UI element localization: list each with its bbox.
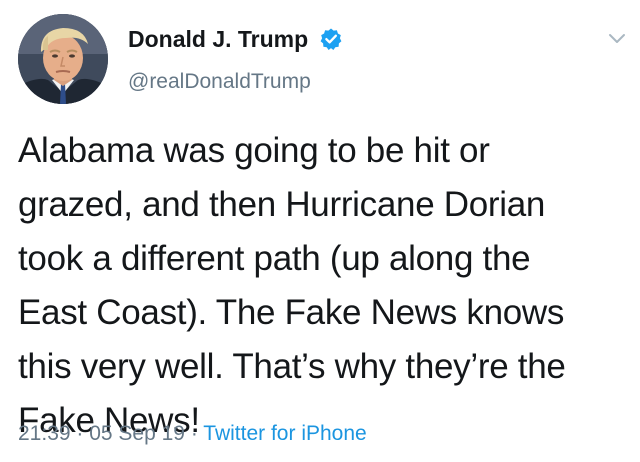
tweet-text: Alabama was going to be hit or grazed, a… (18, 124, 624, 448)
author-name[interactable]: Donald J. Trump (128, 24, 308, 54)
tweet-text-line: Alabama was going to be hit or (18, 131, 490, 170)
profile-photo (18, 14, 108, 104)
tweet-time[interactable]: 21:39 (18, 422, 71, 445)
chevron-down-icon[interactable] (604, 26, 630, 50)
author-handle[interactable]: @realDonaldTrump (128, 68, 311, 96)
tweet-source-link[interactable]: Twitter for iPhone (203, 422, 366, 445)
verified-badge-icon (319, 27, 343, 51)
tweet-text-line: took a different path (up along the (18, 239, 531, 278)
avatar[interactable] (18, 14, 108, 104)
tweet: Donald J. Trump @realDonaldTrump Alabama… (0, 0, 640, 462)
tweet-meta: 21:39 · 05 Sep 19 · Twitter for iPhone (18, 420, 367, 448)
tweet-text-line: East Coast). The Fake News knows (18, 293, 565, 332)
meta-separator: · (185, 422, 204, 445)
meta-separator: · (70, 422, 90, 445)
tweet-date[interactable]: 05 Sep 19 (89, 422, 185, 445)
tweet-text-line: grazed, and then Hurricane Dorian (18, 185, 546, 224)
tweet-text-line: this very well. That’s why they’re the (18, 347, 566, 386)
